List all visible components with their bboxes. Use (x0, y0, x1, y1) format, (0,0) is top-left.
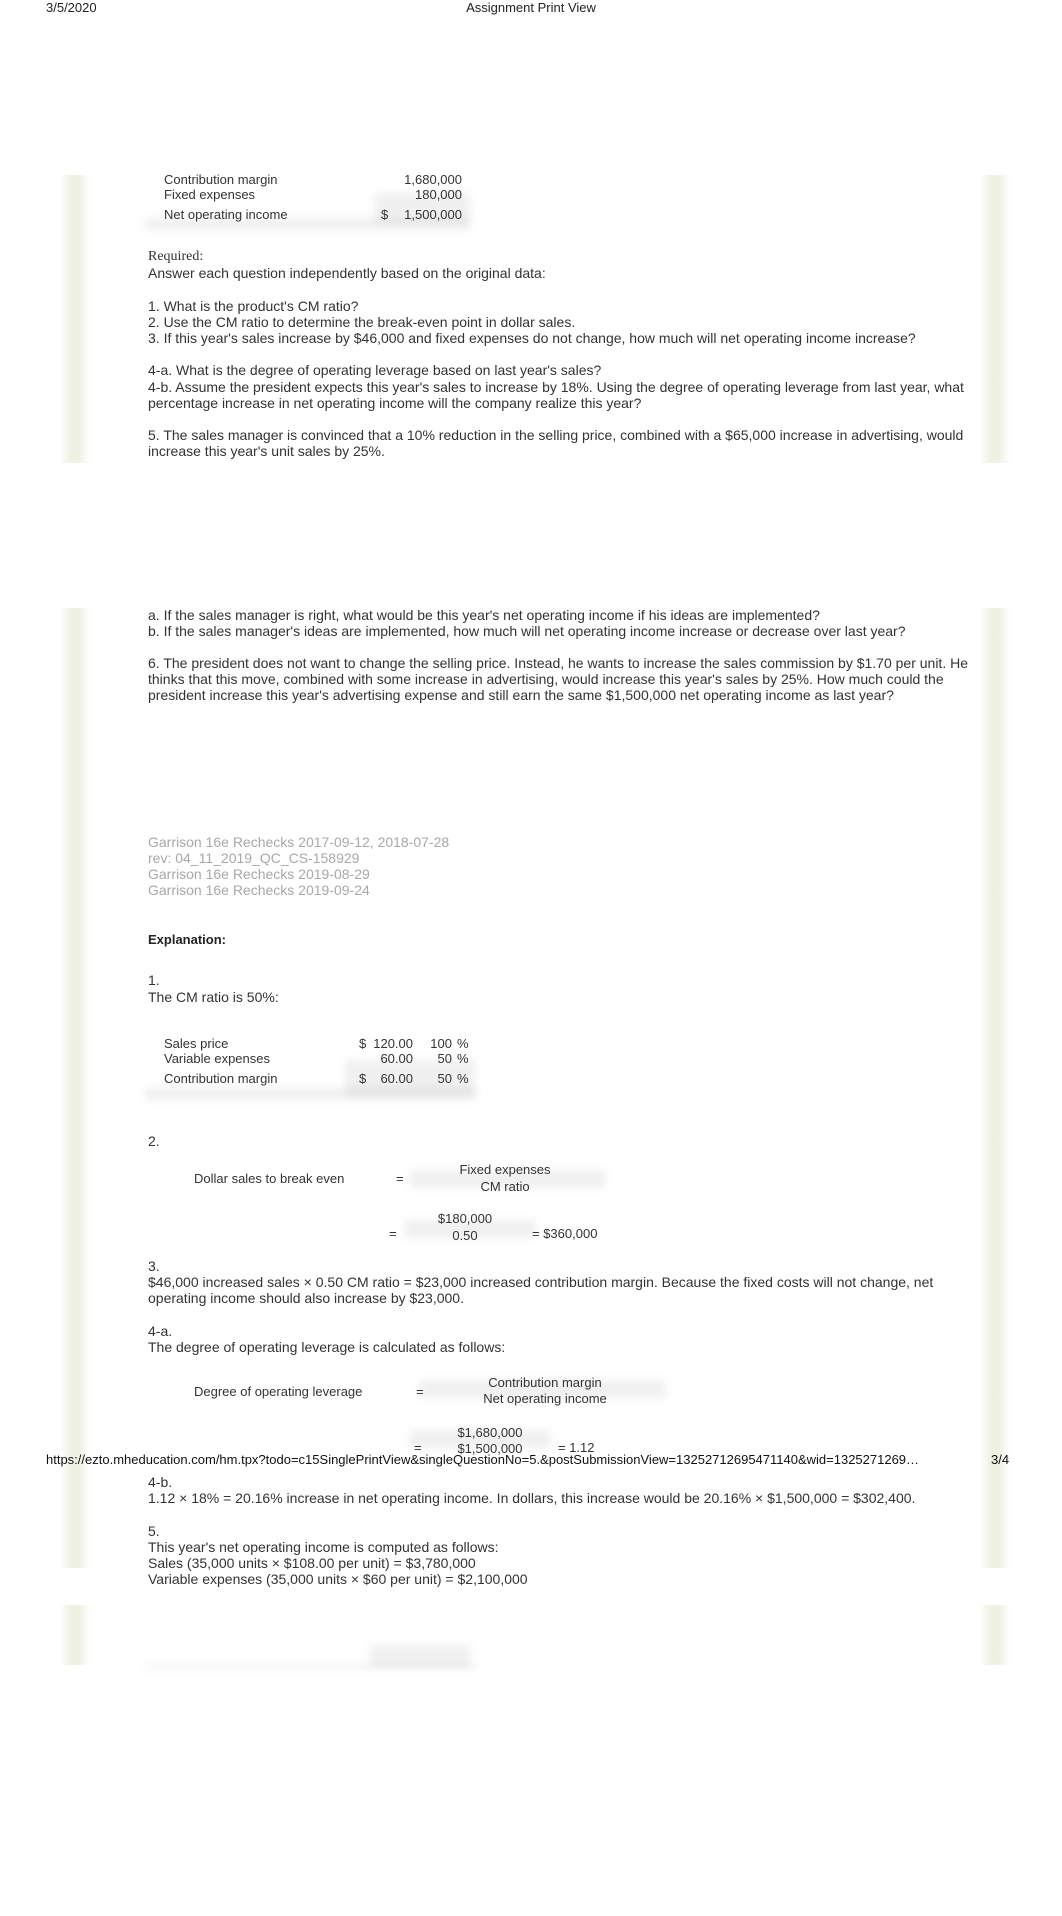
explanation-4a-number: 4-a. (148, 1323, 173, 1339)
question-4b: 4-b. Assume the president expects this y… (148, 379, 964, 395)
footer-url: https://ezto.mheducation.com/hm.tpx?todo… (46, 1452, 920, 1467)
row-amount: 60.00 (380, 1051, 413, 1066)
question-1: 1. What is the product's CM ratio? (148, 298, 359, 314)
row-label: Net operating income (164, 207, 288, 222)
value-numerator: $1,680,000 (457, 1425, 523, 1440)
question-3: 3. If this year's sales increase by $46,… (148, 330, 916, 346)
explanation-5-variable-expenses: Variable expenses (35,000 units × $60 pe… (148, 1571, 528, 1587)
question-5b: b. If the sales manager's ideas are impl… (148, 623, 906, 639)
revision-note: Garrison 16e Rechecks 2019-09-24 (148, 882, 370, 898)
question-6: 6. The president does not want to change… (148, 655, 968, 671)
row-percent: 50 (437, 1051, 452, 1066)
question-5: 5. The sales manager is convinced that a… (148, 427, 964, 443)
row-percent: 50 (437, 1071, 452, 1086)
formula-denominator: CM ratio (480, 1179, 530, 1194)
explanation-4b-number: 4-b. (148, 1474, 173, 1490)
left-side-bar (60, 175, 90, 463)
explanation-heading: Explanation: (148, 932, 227, 947)
right-side-bar (980, 1605, 1010, 1665)
formula-numerator: Fixed expenses (459, 1162, 551, 1177)
question-6-cont: president increase this year's advertisi… (148, 687, 894, 703)
row-label: Variable expenses (164, 1051, 270, 1066)
table-shadow (145, 1665, 475, 1669)
explanation-5-sales: Sales (35,000 units × $108.00 per unit) … (148, 1555, 476, 1571)
page-number: 3/4 (991, 1452, 1010, 1467)
equals-sign: = (416, 1384, 424, 1399)
formula-denominator: Net operating income (483, 1391, 607, 1406)
explanation-2-number: 2. (148, 1133, 160, 1149)
right-side-bar (980, 608, 1010, 1568)
row-value: 1,500,000 (404, 207, 462, 222)
row-percent: 100 (430, 1036, 452, 1051)
required-heading: Required: (148, 249, 204, 264)
formula-numerator: Contribution margin (488, 1375, 602, 1390)
revision-note: rev: 04_11_2019_QC_CS-158929 (148, 850, 360, 866)
question-6-cont: thinks that this move, combined with som… (148, 671, 944, 687)
equals-sign: = (396, 1171, 404, 1186)
explanation-3-text-cont: operating income should also increase by… (148, 1290, 464, 1306)
row-value: 1,680,000 (404, 172, 462, 187)
explanation-1-text: The CM ratio is 50%: (148, 989, 279, 1005)
left-side-bar (60, 1605, 90, 1665)
row-value: 180,000 (415, 187, 462, 202)
question-4a: 4-a. What is the degree of operating lev… (148, 362, 602, 378)
row-amount: 60.00 (380, 1071, 413, 1086)
explanation-4b-text: 1.12 × 18% = 20.16% increase in net oper… (148, 1490, 916, 1506)
explanation-4a-text: The degree of operating leverage is calc… (148, 1339, 506, 1355)
left-side-bar (60, 608, 90, 1568)
explanation-3-text: $46,000 increased sales × 0.50 CM ratio … (148, 1274, 934, 1290)
table-shadow (370, 1645, 470, 1667)
value-numerator: $180,000 (437, 1211, 493, 1226)
row-label: Fixed expenses (164, 187, 256, 202)
formula-label: Degree of operating leverage (194, 1384, 363, 1399)
value-denominator: 0.50 (452, 1228, 478, 1243)
explanation-5-number: 5. (148, 1523, 160, 1539)
question-5a: a. If the sales manager is right, what w… (148, 607, 820, 623)
row-percent-sign: % (457, 1071, 469, 1086)
right-side-bar (980, 175, 1010, 463)
explanation-3-number: 3. (148, 1258, 160, 1274)
row-percent-sign: % (457, 1051, 469, 1066)
equals-sign: = (389, 1226, 397, 1241)
formula-label: Dollar sales to break even (194, 1171, 345, 1186)
row-label: Sales price (164, 1036, 229, 1051)
question-5-cont: increase this year's unit sales by 25%. (148, 443, 385, 459)
explanation-1-number: 1. (148, 972, 160, 988)
question-2: 2. Use the CM ratio to determine the bre… (148, 314, 576, 330)
revision-note: Garrison 16e Rechecks 2019-08-29 (148, 866, 370, 882)
row-label: Contribution margin (164, 1071, 278, 1086)
row-percent-sign: % (457, 1036, 469, 1051)
row-amount: 120.00 (373, 1036, 413, 1051)
formula-result: = $360,000 (532, 1226, 598, 1241)
explanation-5-text: This year's net operating income is comp… (148, 1539, 499, 1555)
revision-note: Garrison 16e Rechecks 2017-09-12, 2018-0… (148, 834, 450, 850)
question-4b-cont: percentage increase in net operating inc… (148, 395, 642, 411)
row-label: Contribution margin (164, 172, 278, 187)
required-intro: Answer each question independently based… (148, 265, 546, 281)
page-title: Assignment Print View (466, 0, 596, 15)
